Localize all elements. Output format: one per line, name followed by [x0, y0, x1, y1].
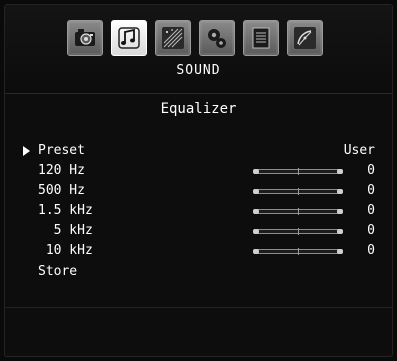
tab-install[interactable] [199, 20, 235, 56]
eq-value: 0 [367, 223, 375, 238]
satellite-icon [294, 27, 316, 49]
eq-slider[interactable] [253, 188, 343, 195]
slider-left-cap [253, 209, 259, 214]
slider-left-cap [253, 249, 259, 254]
slider-left-cap [253, 169, 259, 174]
tv-menu-screen: SOUND Equalizer Preset User 120 Hz 0 500… [4, 4, 393, 357]
eq-value: 0 [367, 243, 375, 258]
row-label: 10 kHz [38, 243, 93, 258]
row-label: 500 Hz [38, 183, 85, 198]
eq-band-row[interactable]: 120 Hz 0 [5, 161, 392, 181]
store-row[interactable]: Store [5, 262, 392, 282]
eq-value: 0 [367, 183, 375, 198]
slider-right-cap [337, 209, 343, 214]
row-label: Preset [38, 143, 85, 158]
tab-features[interactable] [155, 20, 191, 56]
section-title: SOUND [176, 63, 221, 78]
eq-value: 0 [367, 163, 375, 178]
eq-slider[interactable] [253, 228, 343, 235]
eq-value: 0 [367, 203, 375, 218]
slider-center-mark [298, 228, 299, 235]
store-label: Store [38, 264, 78, 279]
camera-icon [75, 29, 95, 46]
eq-band-row[interactable]: 5 kHz 0 [5, 221, 392, 241]
eq-band-row[interactable]: 500 Hz 0 [5, 181, 392, 201]
preset-value: User [343, 143, 375, 158]
tab-satellite[interactable] [287, 20, 323, 56]
divider [5, 307, 392, 308]
slider-center-mark [298, 208, 299, 215]
row-label: 1.5 kHz [38, 203, 93, 218]
preset-row[interactable]: Preset User [5, 141, 392, 161]
eq-band-row[interactable]: 1.5 kHz 0 [5, 201, 392, 221]
slider-right-cap [337, 189, 343, 194]
slider-right-cap [337, 229, 343, 234]
sound-note-icon [118, 27, 140, 49]
row-label: 120 Hz [38, 163, 85, 178]
slider-center-mark [298, 188, 299, 195]
eq-slider[interactable] [253, 248, 343, 255]
eq-slider[interactable] [253, 208, 343, 215]
slider-left-cap [253, 229, 259, 234]
eq-band-row[interactable]: 10 kHz 0 [5, 241, 392, 261]
tab-source[interactable] [243, 20, 279, 56]
slider-left-cap [253, 189, 259, 194]
slider-center-mark [298, 168, 299, 175]
stars-icon [162, 27, 184, 49]
slider-right-cap [337, 249, 343, 254]
gears-icon [208, 29, 226, 48]
menu-tab-bar: SOUND [5, 5, 392, 94]
document-icon [252, 27, 270, 49]
eq-slider[interactable] [253, 168, 343, 175]
selection-arrow-icon [23, 146, 30, 156]
slider-center-mark [298, 248, 299, 255]
tab-picture[interactable] [67, 20, 103, 56]
panel-title: Equalizer [160, 101, 237, 117]
tab-sound[interactable] [111, 20, 147, 56]
slider-right-cap [337, 169, 343, 174]
row-label: 5 kHz [38, 223, 93, 238]
